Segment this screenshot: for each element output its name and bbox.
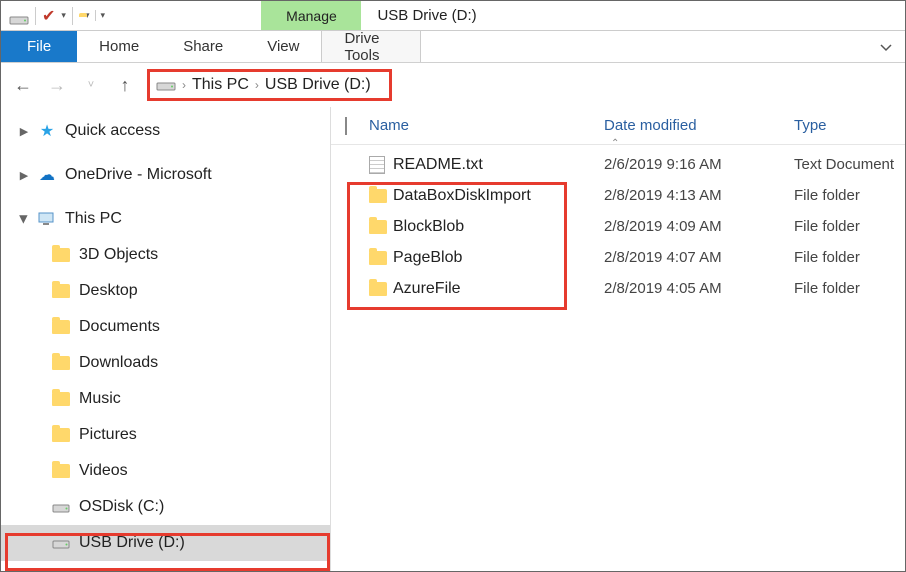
tree-label: Downloads [79, 354, 158, 372]
manage-contextual-tab[interactable]: Manage [261, 1, 361, 30]
forward-button[interactable]: → [45, 73, 69, 97]
file-name: DataBoxDiskImport [393, 187, 604, 205]
file-type: File folder [794, 218, 860, 235]
chevron-down-icon[interactable]: ▶ [18, 214, 31, 224]
file-row[interactable]: BlockBlob2/8/2019 4:09 AMFile folder [331, 211, 905, 242]
tab-file[interactable]: File [1, 31, 77, 62]
ribbon-tabs: File Home Share View Drive Tools [1, 31, 905, 63]
tree-label: This PC [65, 210, 122, 228]
tree-videos[interactable]: Videos [1, 453, 330, 489]
tab-share[interactable]: Share [161, 31, 245, 62]
tree-label: Documents [79, 318, 160, 336]
ribbon-expand-icon[interactable] [879, 31, 905, 62]
tab-home[interactable]: Home [77, 31, 161, 62]
breadcrumb-seg-usb[interactable]: USB Drive (D:) [265, 76, 371, 94]
tree-label: 3D Objects [79, 246, 158, 264]
tree-label: OSDisk (C:) [79, 498, 164, 516]
back-button[interactable]: ← [11, 73, 35, 97]
tree-quick-access[interactable]: ▶ ★ Quick access [1, 113, 330, 149]
drive-icon [9, 7, 29, 25]
file-row[interactable]: PageBlob2/8/2019 4:07 AMFile folder [331, 242, 905, 273]
column-type[interactable]: Type [794, 117, 827, 134]
folder-icon [51, 428, 71, 442]
column-date[interactable]: Date modified [604, 117, 794, 134]
file-row[interactable]: README.txt2/6/2019 9:16 AMText Document [331, 149, 905, 180]
quick-access-toolbar: ✔ ▾ ▾ ▾ [1, 1, 111, 30]
file-date: 2/8/2019 4:09 AM [604, 218, 794, 235]
folder-icon [51, 392, 71, 406]
folder-icon [369, 282, 393, 296]
tree-label: Desktop [79, 282, 138, 300]
tree-osdisk[interactable]: OSDisk (C:) [1, 489, 330, 525]
tab-drive-tools[interactable]: Drive Tools [321, 31, 421, 62]
select-all-checkbox[interactable] [345, 118, 369, 134]
cloud-icon: ☁ [37, 165, 57, 185]
folder-icon [51, 320, 71, 334]
qat-check-icon[interactable]: ✔ [42, 6, 55, 26]
file-date: 2/6/2019 9:16 AM [604, 156, 794, 173]
titlebar: ✔ ▾ ▾ ▾ Manage USB Drive (D:) [1, 1, 905, 31]
file-name: README.txt [393, 156, 604, 174]
tree-label: Quick access [65, 122, 160, 140]
folder-icon [51, 284, 71, 298]
folder-icon [51, 248, 71, 262]
chevron-right-icon[interactable]: ▶ [19, 125, 29, 138]
up-button[interactable]: ↑ [113, 73, 137, 97]
file-type: File folder [794, 249, 860, 266]
tree-documents[interactable]: Documents [1, 309, 330, 345]
breadcrumb-seg-this-pc[interactable]: This PC [192, 76, 249, 94]
file-type: File folder [794, 187, 860, 204]
tree-label: Music [79, 390, 121, 408]
tree-label: USB Drive (D:) [79, 534, 185, 552]
file-row[interactable]: AzureFile2/8/2019 4:05 AMFile folder [331, 273, 905, 304]
chevron-right-icon[interactable]: ▶ [19, 169, 29, 182]
tree-downloads[interactable]: Downloads [1, 345, 330, 381]
tree-onedrive[interactable]: ▶ ☁ OneDrive - Microsoft [1, 157, 330, 193]
tree-usb-drive[interactable]: USB Drive (D:) [1, 525, 330, 561]
file-name: PageBlob [393, 249, 604, 267]
tab-view[interactable]: View [245, 31, 321, 62]
tree-desktop[interactable]: Desktop [1, 273, 330, 309]
text-file-icon [369, 156, 393, 174]
address-bar: ← → ˅ ↑ › This PC › USB Drive (D:) [1, 63, 905, 107]
file-date: 2/8/2019 4:05 AM [604, 280, 794, 297]
pc-icon [37, 212, 57, 226]
file-date: 2/8/2019 4:07 AM [604, 249, 794, 266]
qat-overflow-icon[interactable]: ▾ [95, 10, 103, 21]
tree-label: OneDrive - Microsoft [65, 166, 212, 184]
tree-3d-objects[interactable]: 3D Objects [1, 237, 330, 273]
file-list-pane: Name Date modified Type ⌃ README.txt2/6/… [331, 107, 905, 571]
file-name: BlockBlob [393, 218, 604, 236]
column-name[interactable]: Name [369, 117, 604, 134]
drive-icon [156, 77, 176, 94]
recent-locations-button[interactable]: ˅ [79, 73, 103, 97]
file-type: File folder [794, 280, 860, 297]
window-title: USB Drive (D:) [361, 1, 905, 30]
tree-label: Pictures [79, 426, 137, 444]
folder-icon [369, 251, 393, 265]
drive-icon [51, 537, 71, 549]
folder-icon [51, 356, 71, 370]
tree-pictures[interactable]: Pictures [1, 417, 330, 453]
sort-indicator-icon: ⌃ [611, 138, 619, 149]
folder-icon [369, 220, 393, 234]
breadcrumb[interactable]: › This PC › USB Drive (D:) [147, 69, 392, 101]
drive-icon [51, 501, 71, 513]
tree-this-pc[interactable]: ▶ This PC [1, 201, 330, 237]
folder-icon [51, 464, 71, 478]
file-type: Text Document [794, 156, 894, 173]
star-icon: ★ [37, 121, 57, 141]
file-date: 2/8/2019 4:13 AM [604, 187, 794, 204]
file-row[interactable]: DataBoxDiskImport2/8/2019 4:13 AMFile fo… [331, 180, 905, 211]
main-area: ▶ ★ Quick access ▶ ☁ OneDrive - Microsof… [1, 107, 905, 571]
file-rows: README.txt2/6/2019 9:16 AMText DocumentD… [331, 149, 905, 304]
tree-label: Videos [79, 462, 128, 480]
chevron-right-icon: › [182, 78, 186, 92]
folder-icon [369, 189, 393, 203]
file-name: AzureFile [393, 280, 604, 298]
navigation-tree: ▶ ★ Quick access ▶ ☁ OneDrive - Microsof… [1, 107, 331, 571]
chevron-right-icon: › [255, 78, 259, 92]
tree-music[interactable]: Music [1, 381, 330, 417]
